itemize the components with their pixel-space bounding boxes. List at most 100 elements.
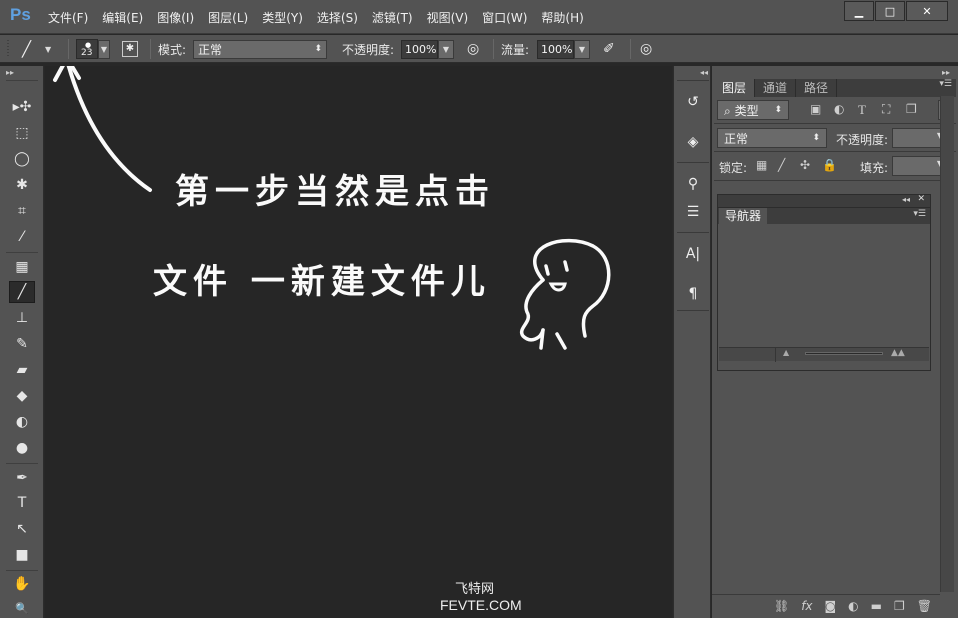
navigator-preview[interactable]: [719, 226, 929, 348]
link-layers-icon[interactable]: ⛓: [774, 599, 789, 613]
flow-field[interactable]: 100%: [537, 39, 574, 59]
collapse-toolbar-icon[interactable]: ▸▸: [6, 68, 14, 77]
document-canvas[interactable]: 第一步当然是点击 文件 一新建文件儿: [45, 66, 672, 618]
zoom-in-icon[interactable]: ▲▲: [891, 348, 905, 358]
mode-select[interactable]: 正常 ⬍: [193, 39, 327, 59]
collapse-navigator-icon[interactable]: ◂◂: [902, 195, 910, 204]
navigator-titlebar[interactable]: ◂◂ ✕: [718, 194, 930, 207]
filter-adjustment-icon[interactable]: ◐: [834, 102, 844, 116]
blur-tool-icon[interactable]: ◐: [9, 411, 35, 433]
close-button[interactable]: ✕: [906, 1, 948, 21]
filter-type-icon[interactable]: T: [858, 102, 866, 118]
doodle-character: [519, 238, 611, 350]
eyedropper-icon[interactable]: ⁄: [9, 226, 35, 248]
minimize-button[interactable]: ▁: [844, 1, 874, 21]
add-mask-icon[interactable]: ◙: [825, 599, 837, 613]
opacity-field[interactable]: 100%: [401, 39, 438, 59]
menu-select[interactable]: 选择(S): [317, 9, 358, 26]
panel-menu-icon[interactable]: ▾☰: [939, 79, 956, 97]
adjustment-layer-icon[interactable]: ◐: [848, 599, 858, 613]
menu-window[interactable]: 窗口(W): [482, 9, 527, 26]
dodge-tool-icon[interactable]: ●: [9, 437, 35, 459]
fx-icon[interactable]: fx: [801, 599, 812, 613]
properties-icon[interactable]: ◈: [680, 130, 706, 154]
rectangle-tool-icon[interactable]: ■: [9, 544, 35, 566]
menu-help[interactable]: 帮助(H): [541, 9, 583, 26]
brush-presets-icon[interactable]: ⚲: [680, 172, 706, 196]
lock-label: 锁定:: [719, 161, 748, 175]
new-layer-icon[interactable]: ❐: [894, 599, 905, 613]
filter-pixel-icon[interactable]: ▣: [810, 102, 821, 116]
tab-layers[interactable]: 图层: [714, 79, 756, 97]
character-icon[interactable]: A|: [680, 242, 706, 266]
eraser-icon[interactable]: ▰: [9, 359, 35, 381]
zoom-slider[interactable]: [805, 352, 883, 355]
fill-label: 填充:: [860, 161, 889, 175]
maximize-button[interactable]: □: [875, 1, 905, 21]
mode-label: 模式:: [158, 42, 187, 57]
navigator-zoom-bar: ▲ ▲▲: [719, 347, 929, 362]
zoom-out-icon[interactable]: ▲: [783, 348, 789, 357]
healing-brush-icon[interactable]: ▦: [9, 256, 35, 278]
zoom-tool-icon[interactable]: 🔍: [9, 597, 35, 618]
brush-preview: ● 23: [76, 39, 98, 59]
lock-transparent-icon[interactable]: ▦: [756, 158, 767, 172]
flow-dropdown[interactable]: ▼: [574, 39, 590, 59]
close-navigator-icon[interactable]: ✕: [917, 194, 925, 204]
annotation-line-1: 第一步当然是点击: [175, 172, 495, 212]
menu-edit[interactable]: 编辑(E): [102, 9, 143, 26]
layers-scrollbar[interactable]: [940, 96, 954, 592]
type-tool-icon[interactable]: T: [9, 492, 35, 514]
pen-tool-icon[interactable]: ✒: [9, 467, 35, 489]
expand-panels-icon[interactable]: ▸▸: [942, 68, 950, 77]
history-icon[interactable]: ↺: [680, 90, 706, 114]
lasso-tool-icon[interactable]: ◯: [9, 148, 35, 170]
tool-preset-picker[interactable]: ╱ ▼: [22, 39, 51, 59]
move-tool-icon[interactable]: ▸✣: [9, 96, 35, 118]
path-selection-icon[interactable]: ↖: [9, 518, 35, 540]
chevron-down-icon: ▼: [45, 44, 52, 54]
lock-position-icon[interactable]: ✣: [800, 158, 810, 172]
menu-view[interactable]: 视图(V): [427, 9, 469, 26]
tab-navigator[interactable]: 导航器: [719, 208, 768, 225]
navigator-menu-icon[interactable]: ▾☰: [913, 209, 926, 219]
opacity-label: 不透明度:: [342, 42, 395, 57]
menu-layer[interactable]: 图层(L): [208, 9, 248, 26]
tab-channels[interactable]: 通道: [755, 79, 797, 97]
hand-tool-icon[interactable]: ✋: [9, 573, 35, 595]
marquee-tool-icon[interactable]: ⬚: [9, 122, 35, 144]
collapse-dock-icon[interactable]: ◂◂: [700, 68, 708, 77]
watermark-cn: 飞特网: [455, 582, 495, 597]
opacity-dropdown[interactable]: ▼: [438, 39, 454, 59]
blend-mode-select[interactable]: 正常 ⬍: [717, 128, 827, 148]
lock-all-icon[interactable]: 🔒: [822, 158, 837, 172]
menu-type[interactable]: 类型(Y): [262, 9, 303, 26]
brush-panel-icon[interactable]: ☰: [680, 200, 706, 224]
navigator-tabbar: 导航器 ▾☰: [718, 207, 930, 225]
paragraph-icon[interactable]: ¶: [680, 282, 706, 306]
pressure-opacity-button[interactable]: ◎: [467, 39, 479, 59]
filter-kind-value: 类型: [734, 103, 759, 118]
filter-kind-select[interactable]: ⌕ 类型 ⬍: [717, 100, 789, 120]
clone-stamp-icon[interactable]: ⊥: [9, 307, 35, 329]
paint-bucket-icon[interactable]: ◆: [9, 385, 35, 407]
magic-wand-icon[interactable]: ✱: [9, 174, 35, 196]
tab-paths[interactable]: 路径: [796, 79, 838, 97]
airbrush-button[interactable]: ✐: [603, 39, 615, 59]
delete-layer-icon[interactable]: 🗑: [917, 599, 932, 613]
history-brush-icon[interactable]: ✎: [9, 333, 35, 355]
pressure-size-button[interactable]: ◎: [640, 39, 652, 59]
updown-icon: ⬍: [812, 133, 820, 143]
navigator-panel: ◂◂ ✕ 导航器 ▾☰ ▲ ▲▲: [717, 194, 931, 371]
menu-filter[interactable]: 滤镜(T): [372, 9, 413, 26]
lock-pixels-icon[interactable]: ╱: [778, 158, 785, 172]
filter-shape-icon[interactable]: ⛶: [882, 102, 890, 117]
filter-smart-object-icon[interactable]: ❐: [906, 102, 917, 116]
brush-tool-icon[interactable]: ╱: [9, 281, 35, 303]
menu-image[interactable]: 图像(I): [157, 9, 194, 26]
brush-size-picker[interactable]: ● 23 ▼: [76, 39, 110, 59]
new-group-icon[interactable]: ▬: [871, 599, 882, 613]
crop-tool-icon[interactable]: ⌗: [9, 200, 35, 222]
menu-file[interactable]: 文件(F): [48, 9, 88, 26]
brush-panel-toggle[interactable]: ✱: [122, 39, 138, 59]
